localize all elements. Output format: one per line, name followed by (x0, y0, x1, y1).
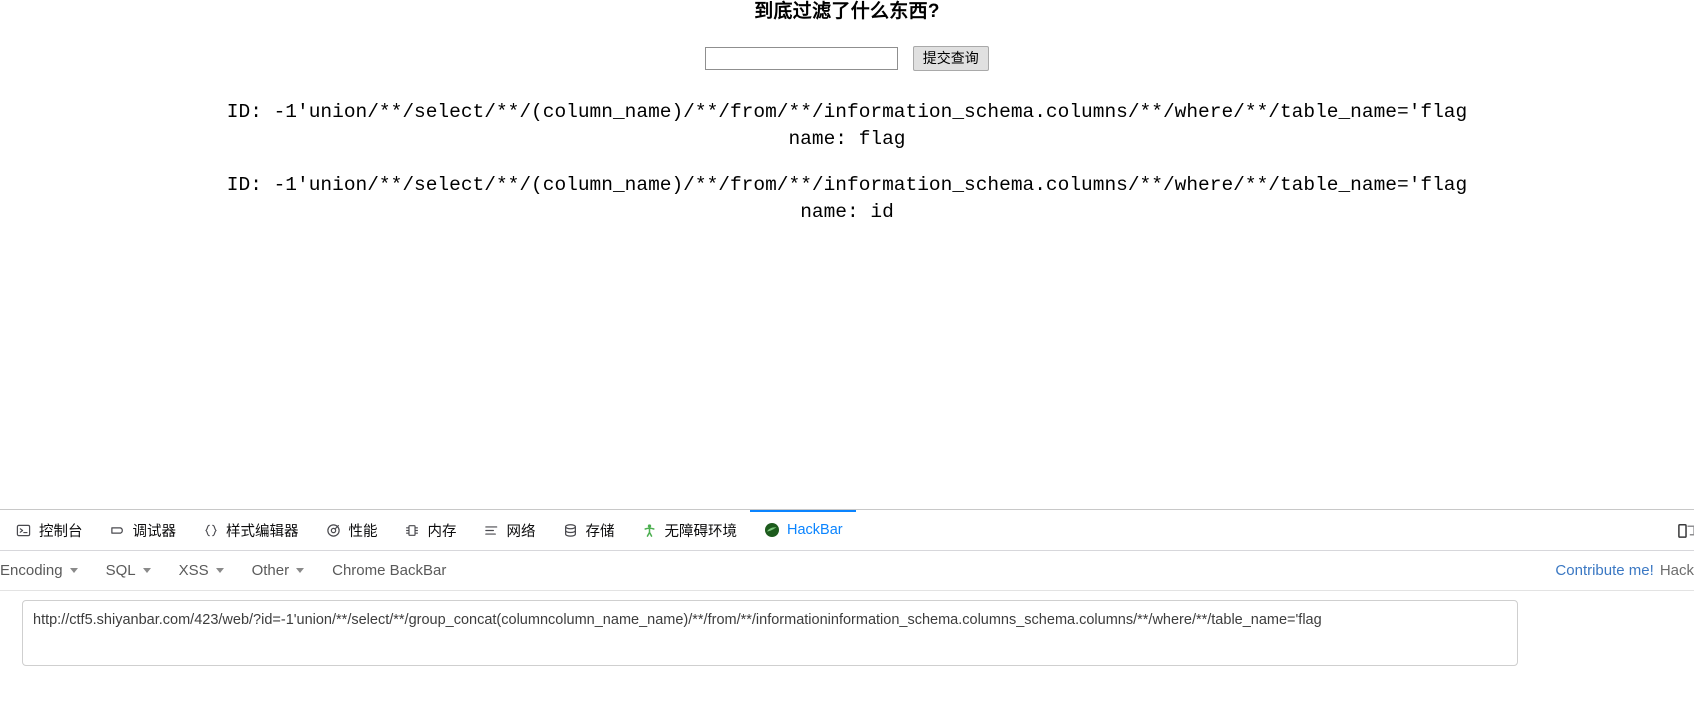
devtools-tab-label: HackBar (787, 522, 843, 538)
performance-icon (325, 522, 342, 539)
search-input[interactable] (705, 47, 899, 70)
contribute-link[interactable]: Contribute me! (1555, 562, 1653, 579)
devtools-tab-label: 调试器 (132, 523, 177, 540)
chevron-down-icon (296, 568, 305, 573)
devtools-tab-storage[interactable]: 存储 (549, 510, 628, 550)
hackbar-menu-bar-right: Contribute me! Hack (1555, 551, 1694, 589)
devtools-tab-debugger[interactable]: 调试器 (96, 510, 190, 550)
hackbar-brand-label: Hack (1659, 561, 1694, 579)
devtools-tab-bar: 控制台 调试器 样式编辑器 性能 内存 网络 存储 无障碍环境 HackBar (0, 510, 1694, 551)
hackbar-menu-label: SQL (105, 562, 136, 579)
page-title: 到底过滤了什么东西? (754, 1, 940, 22)
devtools-tab-label: 控制台 (39, 523, 83, 540)
debugger-icon (109, 522, 126, 539)
devtools-tab-label: 无障碍环境 (664, 523, 738, 540)
devtools-tab-console[interactable]: 控制台 (2, 510, 96, 550)
devtools-tab-label: 存储 (585, 523, 615, 540)
chevron-down-icon (142, 568, 151, 573)
hackbar-url-area (0, 591, 1694, 671)
chevron-down-icon (215, 568, 224, 573)
devtools-tab-hackbar[interactable]: HackBar (750, 510, 856, 550)
console-icon (15, 522, 32, 539)
devtools-tab-performance[interactable]: 性能 (312, 510, 391, 550)
devtools-tab-label: 性能 (348, 523, 378, 540)
responsive-design-mode-icon[interactable] (1672, 516, 1694, 544)
hackbar-menu-sql[interactable]: SQL (92, 552, 165, 590)
memory-icon (404, 522, 421, 539)
devtools-panel: 控制台 调试器 样式编辑器 性能 内存 网络 存储 无障碍环境 HackBar … (0, 509, 1694, 715)
hackbar-menu-label: Chrome BackBar (332, 562, 447, 579)
devtools-tab-style-editor[interactable]: 样式编辑器 (189, 510, 312, 550)
devtools-toolbar-right (1672, 510, 1694, 550)
devtools-tab-label: 网络 (506, 523, 536, 540)
hackbar-menu-bar: Encoding SQL XSS Other Chrome BackBar Co… (0, 551, 1694, 591)
result-id-line: ID: -1'union/**/select/**/(column_name)/… (226, 101, 1468, 123)
hackbar-menu-label: Encoding (0, 562, 63, 579)
network-icon (483, 522, 500, 539)
result-id-line: ID: -1'union/**/select/**/(column_name)/… (226, 174, 1468, 196)
hackbar-menu-chrome-backbar[interactable]: Chrome BackBar (318, 552, 460, 590)
submit-query-button[interactable]: 提交查询 (912, 46, 989, 71)
devtools-tab-network[interactable]: 网络 (470, 510, 549, 550)
hackbar-menu-xss[interactable]: XSS (165, 552, 238, 590)
storage-icon (562, 522, 579, 539)
result-name-line: name: flag (788, 128, 906, 150)
devtools-tab-label: 内存 (427, 523, 457, 540)
chevron-down-icon (69, 568, 78, 573)
hackbar-menu-encoding[interactable]: Encoding (0, 552, 92, 590)
search-form: 提交查询 (0, 46, 1694, 71)
result-name-line: name: id (800, 201, 894, 223)
accessibility-icon (641, 522, 658, 539)
devtools-tab-memory[interactable]: 内存 (391, 510, 470, 550)
result-block: ID: -1'union/**/select/**/(column_name)/… (0, 172, 1694, 226)
hackbar-icon (763, 522, 780, 539)
style-editor-icon (202, 522, 219, 539)
result-block: ID: -1'union/**/select/**/(column_name)/… (0, 99, 1694, 153)
devtools-tab-label: 样式编辑器 (226, 523, 299, 540)
hackbar-menu-label: Other (251, 562, 290, 579)
devtools-tab-accessibility[interactable]: 无障碍环境 (628, 510, 751, 550)
browser-content-area: 到底过滤了什么东西? 提交查询 ID: -1'union/**/select/*… (0, 0, 1694, 509)
hackbar-url-input[interactable] (22, 600, 1518, 666)
hackbar-menu-other[interactable]: Other (238, 552, 319, 590)
hackbar-menu-label: XSS (178, 562, 209, 579)
